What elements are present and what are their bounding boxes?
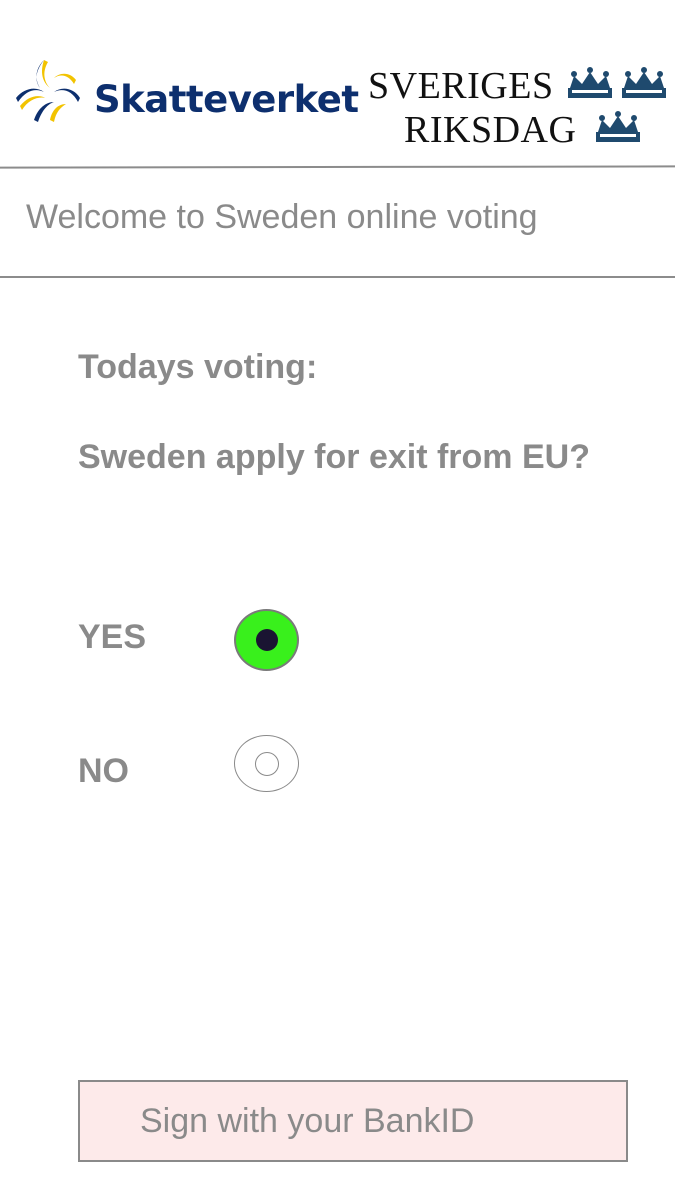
crown-icon bbox=[568, 67, 612, 98]
crown-icon bbox=[596, 111, 640, 142]
option-yes-label: YES bbox=[78, 618, 147, 656]
option-no-radio[interactable] bbox=[234, 735, 299, 792]
header-divider bbox=[0, 165, 675, 169]
voting-title: Todays voting: bbox=[78, 348, 318, 386]
skatteverket-swirl-icon bbox=[16, 60, 80, 122]
sign-bankid-button[interactable]: Sign with your BankID bbox=[78, 1080, 628, 1162]
sign-bankid-label: Sign with your BankID bbox=[140, 1102, 475, 1140]
voting-page: Skatteverket SVERIGES RIKSDAG Welcome to… bbox=[0, 0, 675, 1200]
voting-question: Sweden apply for exit from EU? bbox=[78, 438, 590, 476]
riksdag-line2: RIKSDAG bbox=[404, 109, 577, 151]
crown-icon bbox=[622, 67, 666, 98]
riksdag-line1: SVERIGES bbox=[368, 65, 554, 107]
riksdag-logo: SVERIGES RIKSDAG bbox=[368, 62, 673, 152]
welcome-divider bbox=[0, 276, 675, 278]
option-yes-radio[interactable] bbox=[234, 609, 299, 671]
radio-inner-ring bbox=[254, 751, 279, 776]
skatteverket-wordmark: Skatteverket bbox=[94, 78, 359, 121]
welcome-text: Welcome to Sweden online voting bbox=[26, 198, 538, 236]
option-no-label: NO bbox=[78, 752, 129, 790]
radio-selected-dot bbox=[255, 629, 278, 651]
skatteverket-logo: Skatteverket bbox=[14, 58, 359, 128]
logo-bar: Skatteverket SVERIGES RIKSDAG bbox=[0, 0, 675, 168]
